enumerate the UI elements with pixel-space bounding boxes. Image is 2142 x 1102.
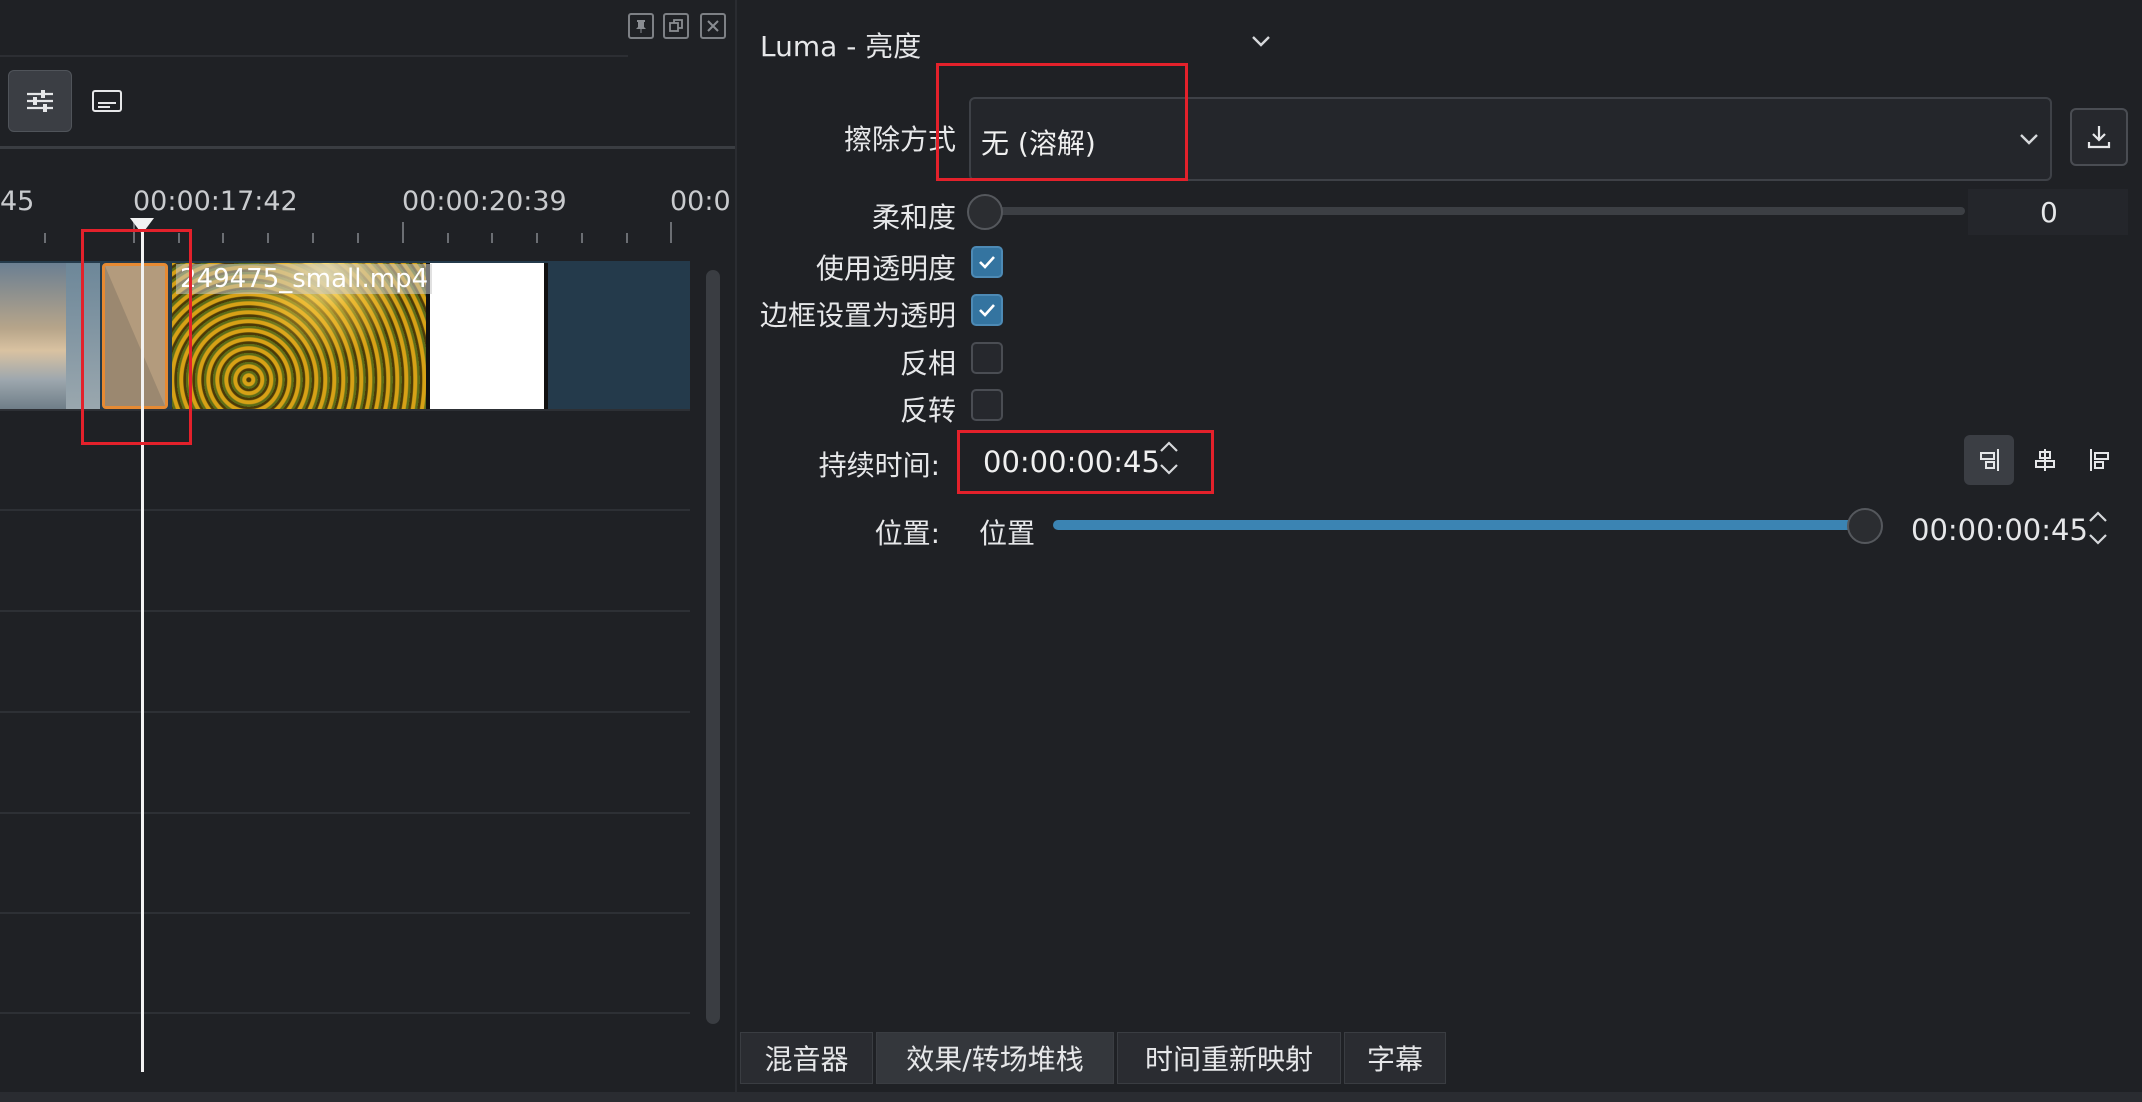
reverse-checkbox[interactable]	[971, 389, 1003, 421]
clip-sky[interactable]	[0, 263, 66, 409]
chevron-down-icon[interactable]	[2016, 126, 2042, 152]
tab-effect-stack[interactable]: 效果/转场堆栈	[876, 1032, 1114, 1084]
ruler-label: 00:00:20:39	[402, 186, 567, 217]
ruler-tick	[44, 233, 46, 243]
ruler-tick	[357, 233, 359, 243]
track-row[interactable]	[0, 1014, 690, 1074]
chevron-down-icon[interactable]	[1248, 28, 1274, 54]
clip-white[interactable]	[430, 263, 548, 409]
position-slider[interactable]	[1053, 520, 1865, 530]
spin-arrows-icon[interactable]	[2085, 506, 2111, 550]
clip-name-label: 249475_small.mp4	[176, 264, 433, 294]
highlight-box	[81, 229, 192, 445]
toolbar-divider	[0, 146, 735, 149]
timeline-scrollbar[interactable]	[706, 270, 720, 1024]
softness-value: 0	[2040, 196, 2058, 229]
ruler-tick	[670, 222, 672, 243]
ruler-tick	[581, 233, 583, 243]
ruler-label: 45	[0, 186, 35, 217]
mixer-settings-button[interactable]	[8, 70, 72, 132]
use-alpha-label: 使用透明度	[815, 252, 956, 285]
ruler-label: 00:0	[670, 186, 731, 217]
sliders-icon	[27, 90, 53, 112]
tab-mixer[interactable]: 混音器	[740, 1032, 873, 1084]
ruler-tick	[447, 233, 449, 243]
download-button[interactable]	[2070, 108, 2128, 166]
track-row[interactable]	[0, 814, 690, 914]
track-row[interactable]	[0, 511, 690, 612]
ruler-tick	[402, 222, 404, 243]
use-alpha-checkbox[interactable]	[971, 246, 1003, 278]
align-center-button[interactable]	[2020, 435, 2070, 485]
ruler-label: 00:00:17:42	[133, 186, 298, 217]
highlight-box	[957, 430, 1214, 494]
status-strip	[0, 1092, 2142, 1102]
align-left-icon	[2090, 449, 2109, 471]
track-row[interactable]	[0, 612, 690, 713]
effect-title[interactable]: Luma - 亮度	[760, 25, 921, 65]
pin-icon[interactable]	[628, 13, 654, 39]
close-icon[interactable]	[700, 13, 726, 39]
position-value[interactable]: 00:00:00:45	[1911, 513, 2088, 547]
track-row[interactable]	[0, 713, 690, 814]
softness-label: 柔和度	[871, 201, 956, 234]
align-right-icon	[1980, 449, 1999, 471]
align-right-button[interactable]	[1964, 435, 2014, 485]
ruler-tick	[312, 233, 314, 243]
highlight-box	[936, 63, 1188, 181]
ruler-tick	[267, 233, 269, 243]
download-icon	[2087, 126, 2111, 149]
track-row[interactable]	[0, 914, 690, 1014]
check-icon	[979, 256, 995, 269]
check-icon	[979, 304, 995, 317]
transparent-border-checkbox[interactable]	[971, 294, 1003, 326]
ruler-tick	[491, 233, 493, 243]
subtitle-icon	[92, 90, 122, 112]
duration-label: 持续时间:	[818, 449, 940, 482]
invert-checkbox[interactable]	[971, 342, 1003, 374]
header-divider	[0, 55, 628, 57]
position-label: 位置:	[874, 517, 940, 550]
transparent-border-label: 边框设置为透明	[759, 299, 956, 332]
tab-time-remap[interactable]: 时间重新映射	[1117, 1032, 1341, 1084]
position-slider-handle[interactable]	[1847, 508, 1883, 544]
align-center-icon	[2035, 449, 2055, 471]
reverse-label: 反转	[899, 394, 956, 427]
softness-slider-handle[interactable]	[967, 194, 1003, 230]
float-icon[interactable]	[663, 13, 689, 39]
ruler-tick	[222, 233, 224, 243]
ruler-tick	[626, 233, 628, 243]
softness-slider[interactable]	[985, 207, 1965, 215]
invert-label: 反相	[899, 347, 956, 380]
subtitle-button[interactable]	[75, 70, 139, 132]
position-sub-label: 位置	[979, 517, 1036, 550]
align-left-button[interactable]	[2075, 435, 2125, 485]
tab-subtitles[interactable]: 字幕	[1344, 1032, 1446, 1084]
ruler-tick	[536, 233, 538, 243]
